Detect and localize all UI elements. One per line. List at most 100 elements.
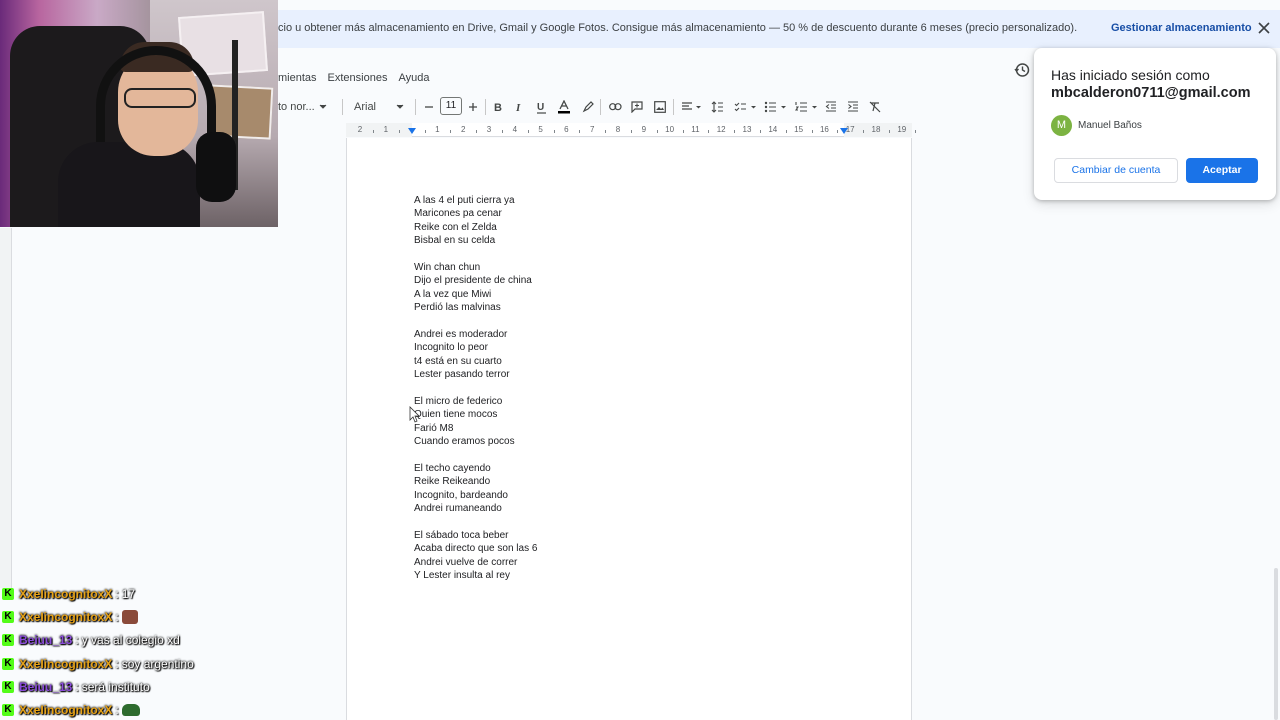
document-line[interactable]: El micro de federico xyxy=(414,395,537,408)
chat-text: será instituto xyxy=(81,679,150,694)
ruler-number: 1 xyxy=(435,125,440,134)
document-line[interactable]: El sábado toca beber xyxy=(414,529,537,542)
insert-comment-button[interactable] xyxy=(630,96,644,118)
kick-badge-icon: K xyxy=(2,680,14,693)
bold-icon: B xyxy=(494,102,502,113)
blank-line[interactable] xyxy=(414,381,537,394)
decrease-font-size-button[interactable] xyxy=(422,96,436,118)
chat-username[interactable]: XxeIincognitoxX xyxy=(19,587,112,601)
ruler-number: 3 xyxy=(486,125,492,134)
document-line[interactable]: Andrei vuelve de correr xyxy=(414,556,537,569)
document-line[interactable]: Acaba directo que son las 6 xyxy=(414,542,537,555)
document-body[interactable]: A las 4 el puti cierra ya Maricones pa ce… xyxy=(414,194,537,582)
line-spacing-button[interactable] xyxy=(710,96,724,118)
ruler-tick xyxy=(501,130,503,133)
chat-separator: : xyxy=(115,656,119,671)
chat-separator: : xyxy=(115,703,119,718)
document-line[interactable]: Cuando eramos pocos xyxy=(414,435,537,448)
ruler-tick xyxy=(785,130,787,133)
accept-button[interactable]: Aceptar xyxy=(1186,158,1258,183)
document-line[interactable]: El techo cayendo xyxy=(414,462,537,475)
clear-formatting-button[interactable] xyxy=(868,96,882,118)
kick-badge-icon: K xyxy=(2,634,14,647)
style-select[interactable]: to nor... xyxy=(278,96,334,118)
text-color-button[interactable] xyxy=(557,96,571,118)
ruler-number: 15 xyxy=(794,125,804,134)
document-line[interactable]: Y Lester insulta al rey xyxy=(414,569,537,582)
insert-image-button[interactable] xyxy=(653,96,667,118)
font-select[interactable]: Arial xyxy=(354,96,408,118)
document-line[interactable]: Bisbal en su celda xyxy=(414,234,537,247)
chat-username[interactable]: XxeIincognitoxX xyxy=(19,610,112,624)
document-line[interactable]: Andrei rumaneando xyxy=(414,502,537,515)
highlight-button[interactable] xyxy=(581,96,595,118)
document-line[interactable]: A las 4 el puti cierra ya xyxy=(414,194,537,207)
document-line[interactable]: Reike con el Zelda xyxy=(414,221,537,234)
kick-badge-icon: K xyxy=(2,704,14,717)
switch-account-button[interactable]: Cambiar de cuenta xyxy=(1054,158,1178,183)
menu-tools[interactable]: mientas xyxy=(278,72,317,90)
ruler-number: 7 xyxy=(589,125,595,134)
kick-badge-icon: K xyxy=(2,587,14,600)
document-line[interactable]: t4 está en su cuarto xyxy=(414,355,537,368)
document-line[interactable]: Perdió las malvinas xyxy=(414,301,537,314)
ruler-number: 1 xyxy=(383,125,389,134)
numbered-list-button[interactable] xyxy=(794,96,820,118)
increase-font-size-button[interactable] xyxy=(466,96,480,118)
right-indent-marker[interactable] xyxy=(840,128,848,134)
chat-username[interactable]: XxeIincognitoxX xyxy=(19,657,112,671)
document-line[interactable]: Win chan chun xyxy=(414,261,537,274)
style-select-label: to nor... xyxy=(278,101,315,113)
ruler-number: 10 xyxy=(665,125,675,134)
align-button[interactable] xyxy=(680,96,704,118)
ruler-tick xyxy=(450,130,452,133)
link-icon xyxy=(608,103,622,111)
screen: cio u obtener más almacenamiento en Driv… xyxy=(0,0,1280,720)
chat-username[interactable]: Beiuu_13 xyxy=(19,633,72,647)
decrease-indent-button[interactable] xyxy=(824,96,838,118)
ruler-number: 8 xyxy=(615,125,621,134)
blank-line[interactable] xyxy=(414,515,537,528)
menu-extensions[interactable]: Extensiones xyxy=(328,72,388,90)
horizontal-ruler[interactable]: 2 1 1 2 3 4 5 6 7 8 9 10 11 12 13 14 15 16 17 18 19 xyxy=(346,123,916,137)
document-line[interactable]: Reike Reikeando xyxy=(414,475,537,488)
insert-link-button[interactable] xyxy=(608,96,622,118)
document-line[interactable]: Incognito lo peor xyxy=(414,341,537,354)
chat-username[interactable]: XxeIincognitoxX xyxy=(19,703,112,717)
document-line[interactable]: Andrei es moderador xyxy=(414,328,537,341)
ruler-number: 4 xyxy=(512,125,518,134)
document-line[interactable]: Maricones pa cenar xyxy=(414,207,537,220)
blank-line[interactable] xyxy=(414,448,537,461)
chat-username[interactable]: Beiuu_13 xyxy=(19,680,72,694)
document-line[interactable]: A la vez que Miwi xyxy=(414,288,537,301)
document-line[interactable]: Lester pasando terror xyxy=(414,368,537,381)
blank-line[interactable] xyxy=(414,248,537,261)
scrollbar[interactable] xyxy=(1274,568,1278,720)
bulleted-list-button[interactable] xyxy=(763,96,789,118)
webcam-microphone xyxy=(196,132,236,202)
italic-button[interactable]: I xyxy=(512,96,526,118)
text-color-icon xyxy=(558,100,570,114)
account-popup: Has iniciado sesión como mbcalderon0711@… xyxy=(1034,48,1276,200)
close-icon[interactable] xyxy=(1255,19,1273,37)
ruler-tick xyxy=(863,130,865,133)
blank-line[interactable] xyxy=(414,315,537,328)
numbered-list-icon xyxy=(795,102,817,112)
menu-bar: mientas Extensiones Ayuda xyxy=(278,72,429,90)
document-line[interactable]: Dijo el presidente de china xyxy=(414,274,537,287)
document-line[interactable]: Quien tiene mocos xyxy=(414,408,537,421)
font-size-input[interactable]: 11 xyxy=(440,97,462,115)
left-indent-marker[interactable] xyxy=(408,128,416,134)
svg-text:B: B xyxy=(494,102,502,113)
menu-help[interactable]: Ayuda xyxy=(398,72,429,90)
increase-indent-button[interactable] xyxy=(846,96,860,118)
document-line[interactable]: Farió M8 xyxy=(414,422,537,435)
ruler-tick xyxy=(372,130,374,133)
document-page[interactable]: A las 4 el puti cierra ya Maricones pa ce… xyxy=(346,138,912,720)
manage-storage-link[interactable]: Gestionar almacenamiento xyxy=(1111,22,1252,34)
checklist-button[interactable] xyxy=(733,96,759,118)
underline-button[interactable]: U xyxy=(534,96,548,118)
bold-button[interactable]: B xyxy=(491,96,505,118)
history-icon[interactable] xyxy=(1013,61,1031,79)
document-line[interactable]: Incognito, bardeando xyxy=(414,489,537,502)
